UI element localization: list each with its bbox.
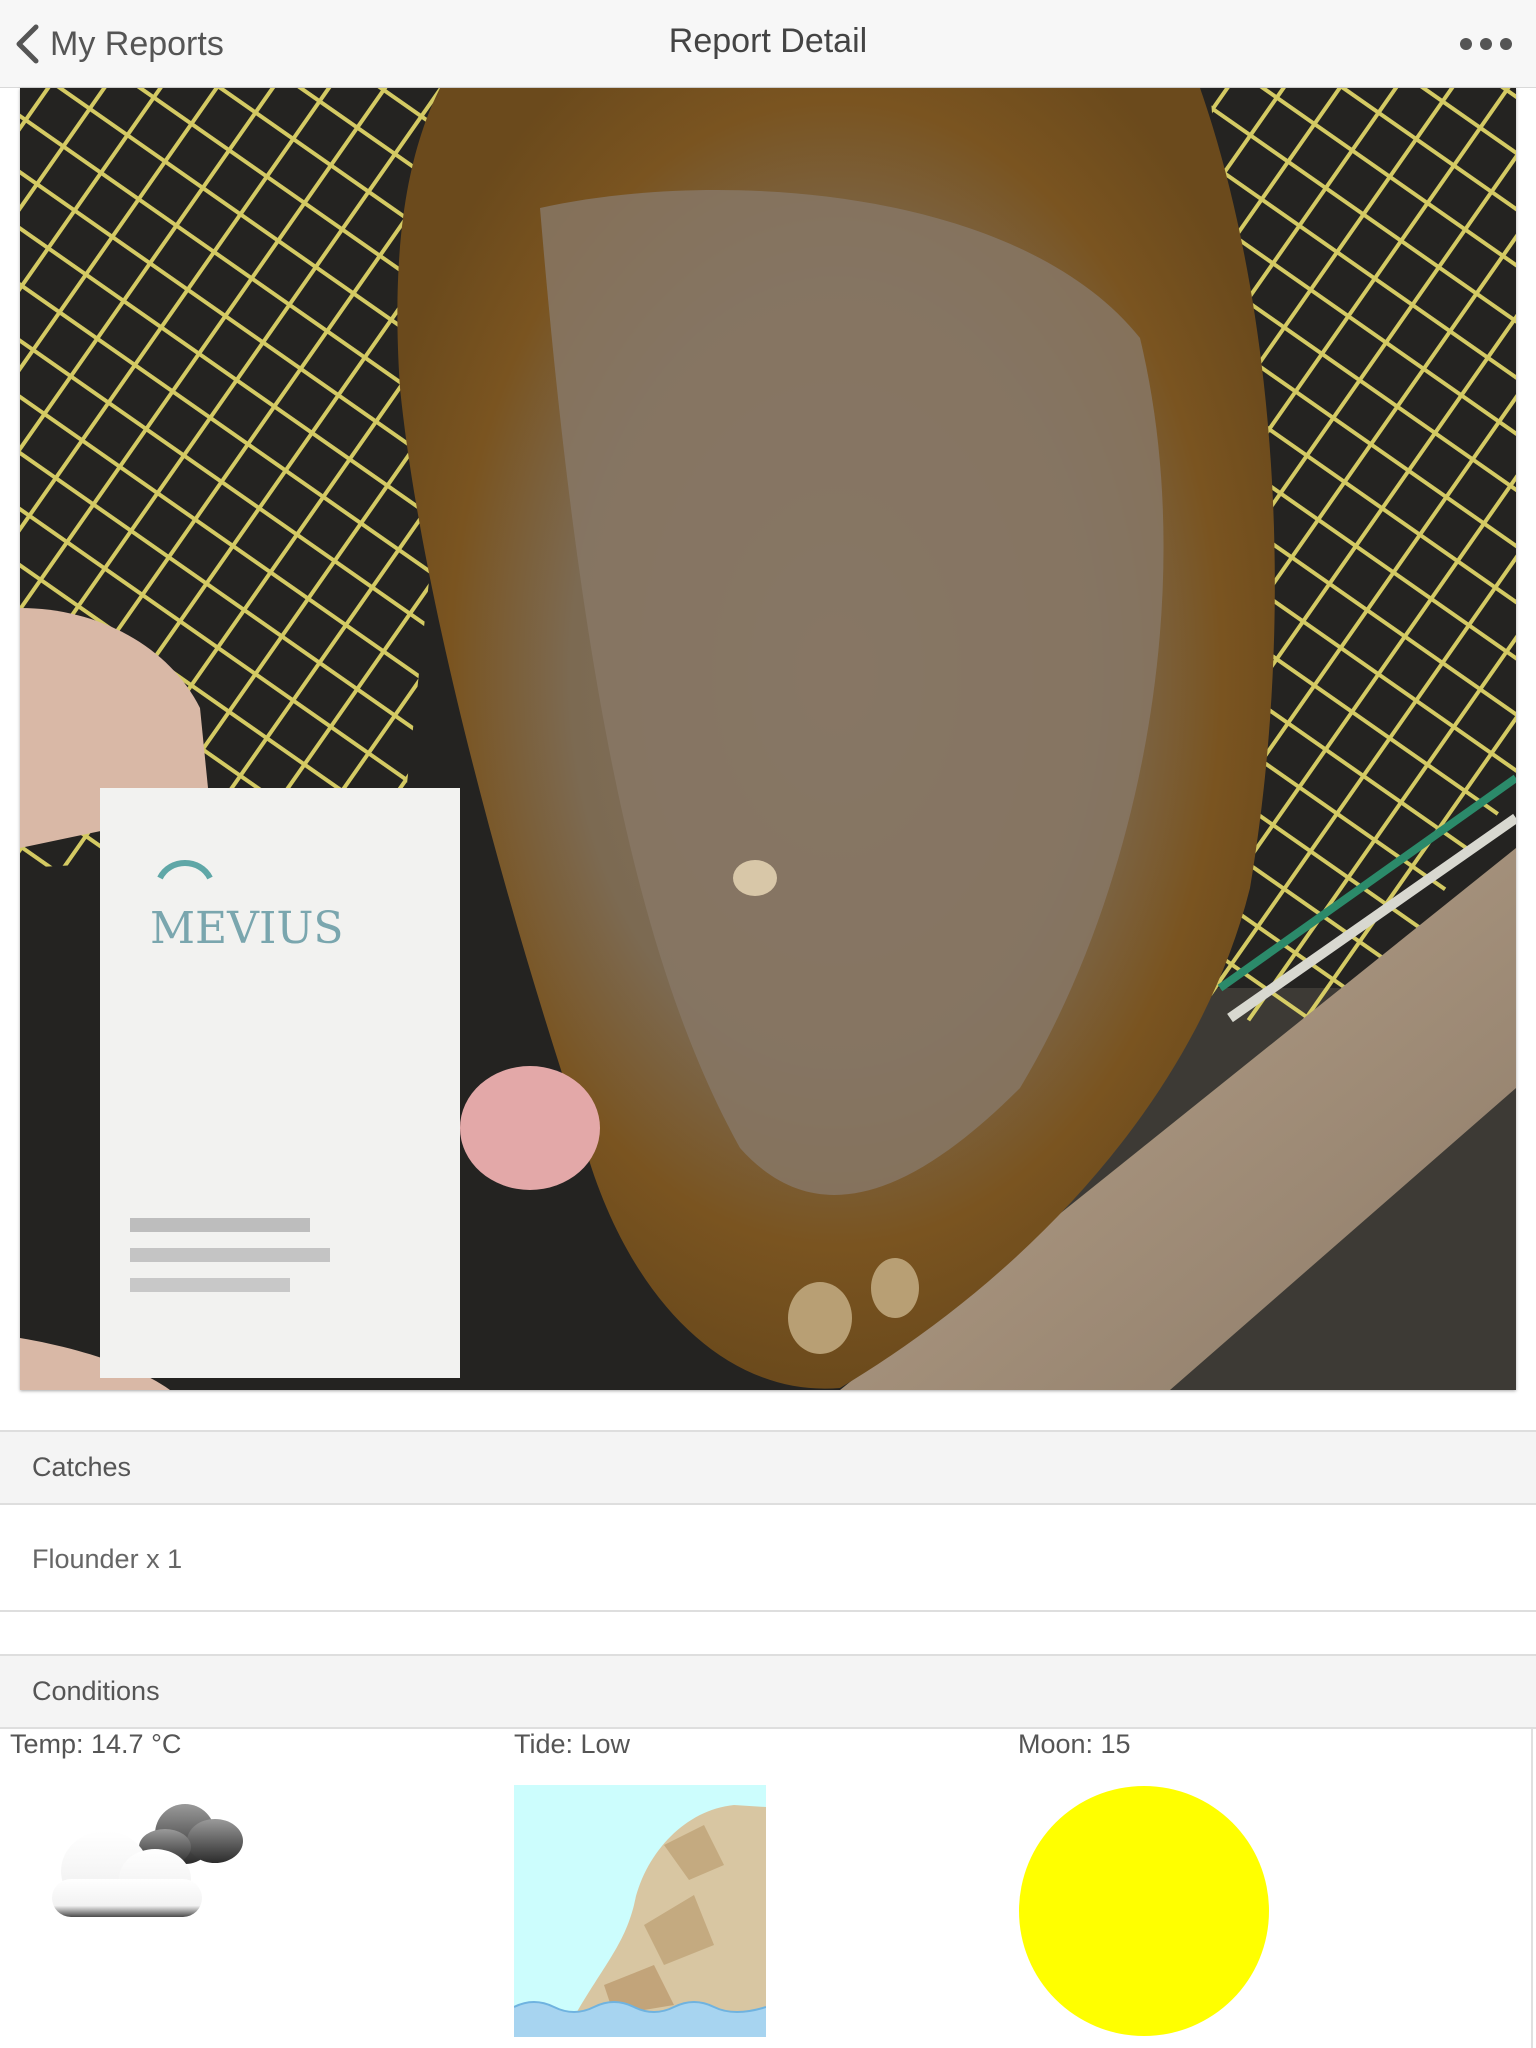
conditions-section-header: Conditions xyxy=(0,1654,1536,1729)
full-moon-icon xyxy=(1019,1786,1269,2036)
tide-label: Tide: Low xyxy=(514,1729,631,1759)
list-item[interactable]: Flounder x 1 xyxy=(0,1506,1536,1612)
page-title: Report Detail xyxy=(668,22,868,60)
catches-section-header: Catches xyxy=(0,1430,1536,1505)
temp-label: Temp: 14.7 °C xyxy=(10,1729,182,1759)
conditions-header-label: Conditions xyxy=(32,1676,160,1706)
moon-label: Moon: 15 xyxy=(1018,1729,1131,1759)
low-tide-icon xyxy=(514,1785,766,2037)
navigation-bar: My Reports Report Detail xyxy=(0,0,1536,88)
tide-condition: Tide: Low xyxy=(514,1729,766,2037)
ellipsis-icon[interactable] xyxy=(1456,26,1516,62)
flounder-photo-illustration: MEVIUS xyxy=(20,88,1516,1390)
catches-header-label: Catches xyxy=(32,1452,132,1482)
moon-condition: Moon: 15 xyxy=(1018,1729,1269,2036)
catch-item-label: Flounder x 1 xyxy=(32,1544,183,1574)
catch-photo[interactable]: MEVIUS xyxy=(20,88,1516,1390)
cloudy-icon xyxy=(52,1804,243,1917)
card-logo-text: MEVIUS xyxy=(150,903,344,954)
conditions-right-border xyxy=(1531,1729,1533,2048)
temperature-condition: Temp: 14.7 °C xyxy=(10,1729,243,1917)
